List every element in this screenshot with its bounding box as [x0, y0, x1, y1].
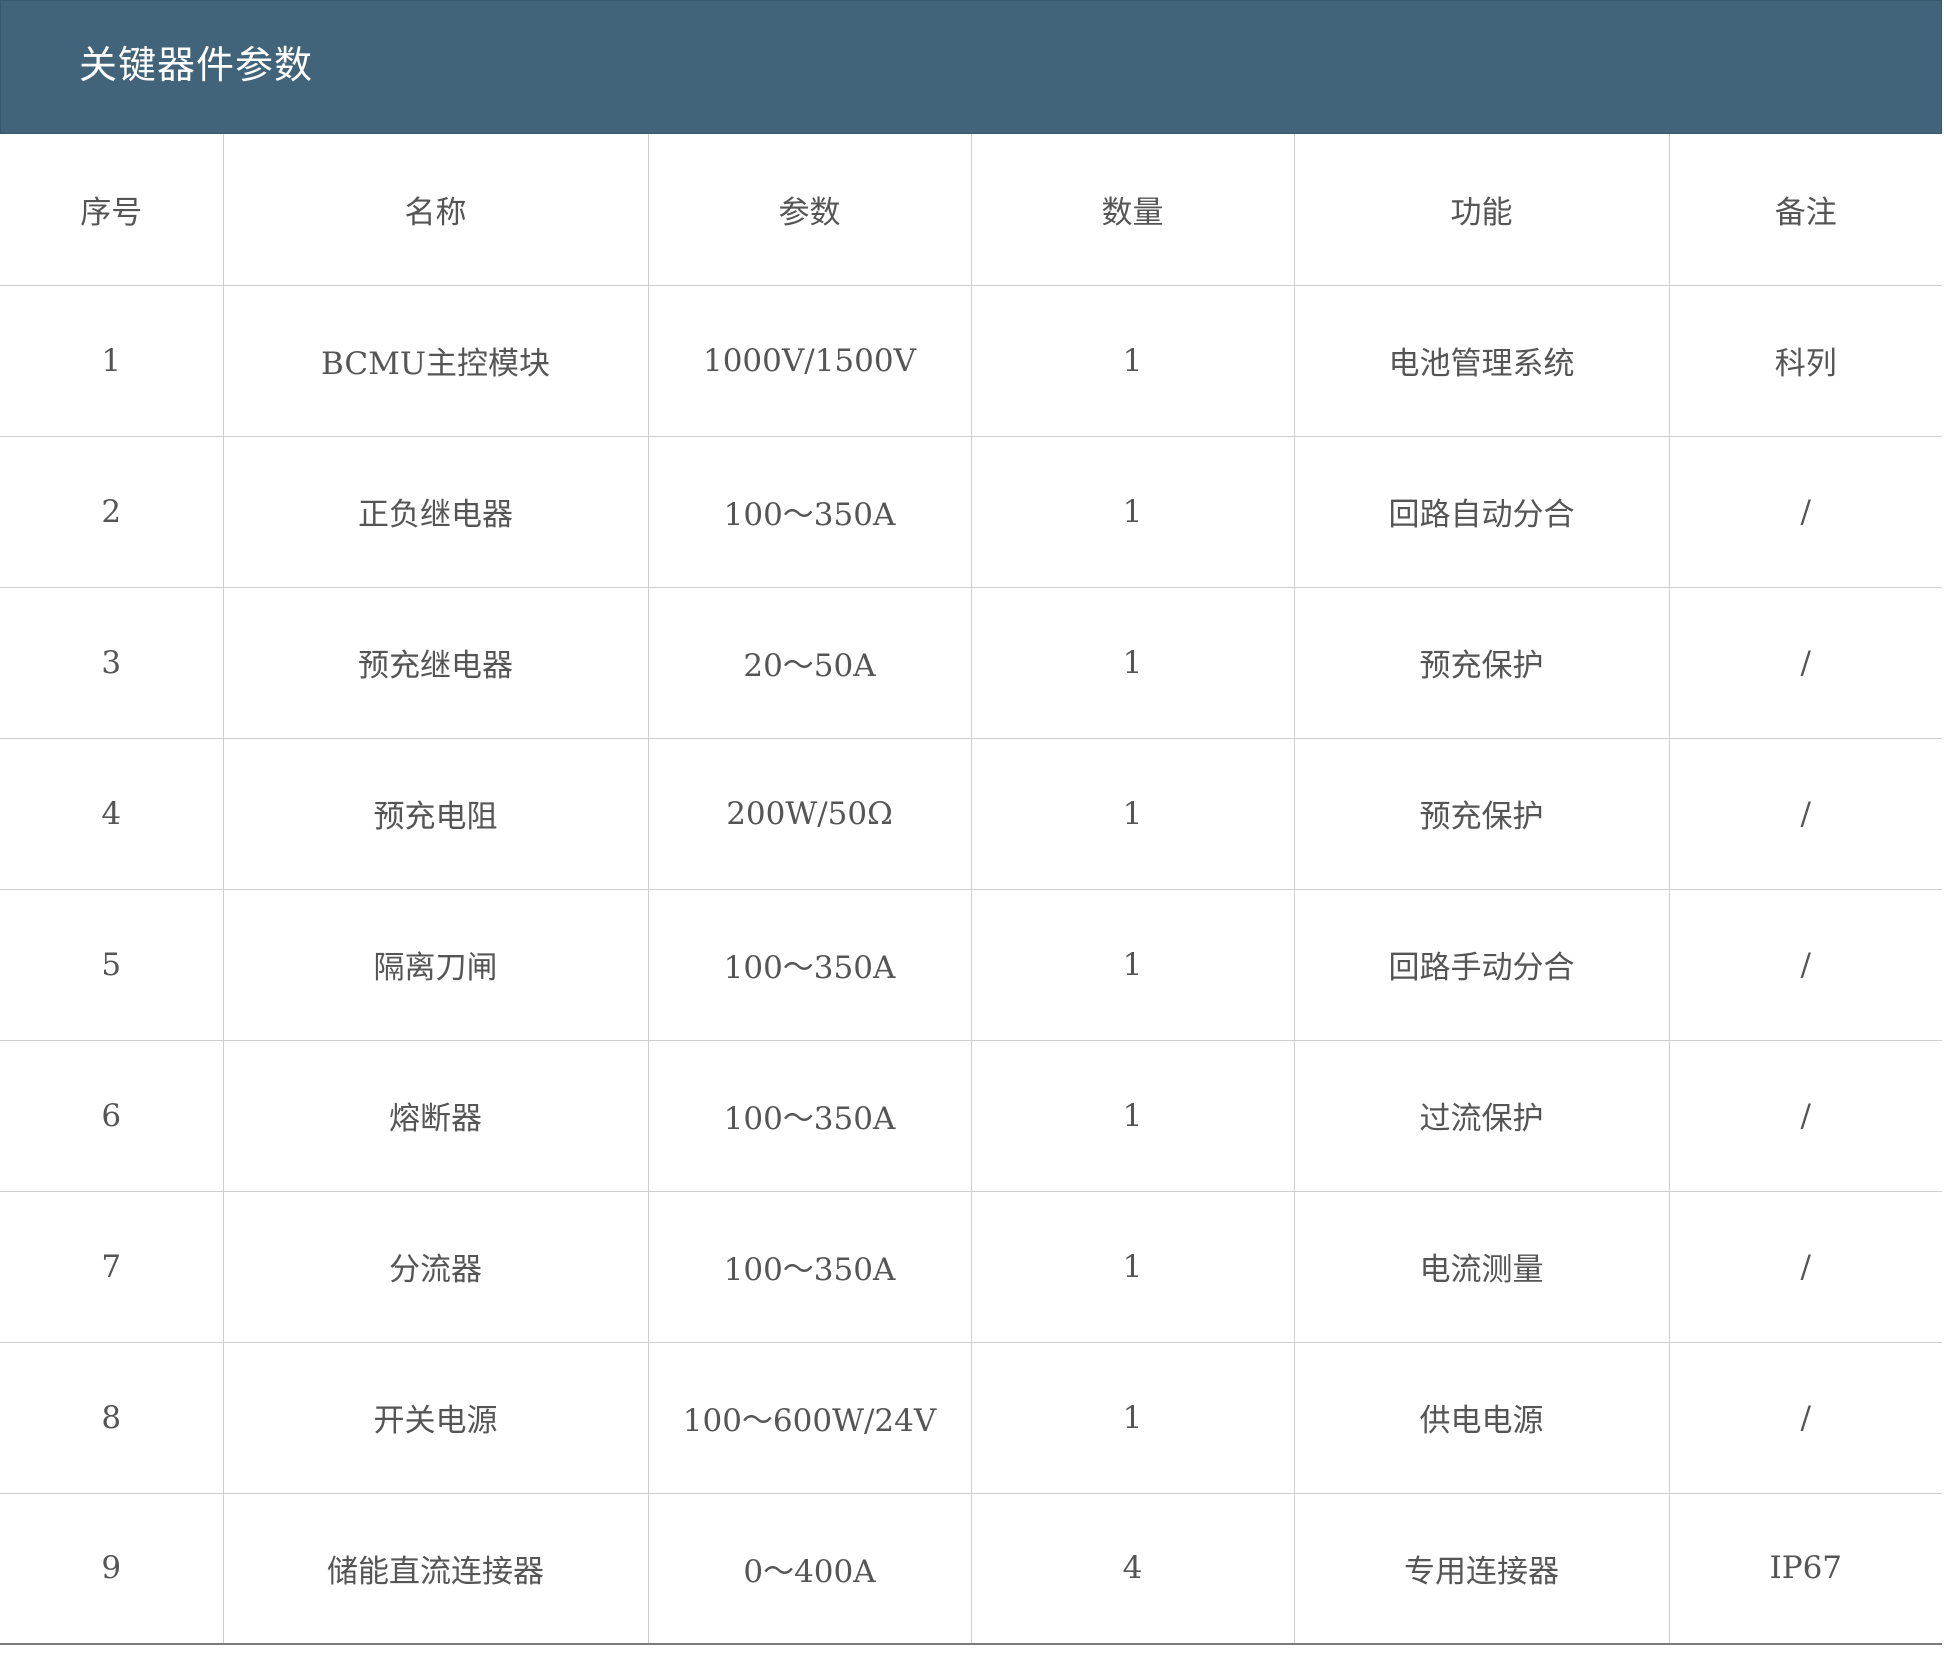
cell-index: 2 — [0, 435, 224, 588]
cell-name: 开关电源 — [222, 1341, 649, 1494]
cell-function: 回路自动分合 — [1293, 435, 1670, 588]
cell-remark: / — [1668, 435, 1942, 588]
cell-remark: / — [1668, 737, 1942, 890]
section-title: 关键器件参数 — [79, 43, 314, 87]
cell-parameter: 20～50A — [647, 586, 972, 739]
cell-index: 9 — [0, 1492, 224, 1645]
cell-index: 8 — [0, 1341, 224, 1494]
cell-parameter: 100～350A — [647, 435, 972, 588]
cell-function: 预充保护 — [1293, 586, 1670, 739]
cell-remark: / — [1668, 1190, 1942, 1343]
cell-name: 储能直流连接器 — [222, 1492, 649, 1645]
table-row: 5 隔离刀闸 100～350A 1 回路手动分合 / — [0, 888, 1942, 1041]
cell-name: BCMU主控模块 — [222, 284, 649, 437]
cell-remark: / — [1668, 888, 1942, 1041]
table-row: 4 预充电阻 200W/50Ω 1 预充保护 / — [0, 737, 1942, 890]
cell-index: 4 — [0, 737, 224, 890]
cell-name: 预充电阻 — [222, 737, 649, 890]
cell-parameter: 100～350A — [647, 1190, 972, 1343]
cell-parameter: 100～600W/24V — [647, 1341, 972, 1494]
key-components-table: 序号 名称 参数 数量 功能 备注 1 BCMU主控模块 1000V/1500V… — [0, 134, 1942, 1645]
cell-function: 预充保护 — [1293, 737, 1670, 890]
header-remark: 备注 — [1668, 134, 1942, 286]
cell-function: 回路手动分合 — [1293, 888, 1670, 1041]
cell-remark: 科列 — [1668, 284, 1942, 437]
header-quantity: 数量 — [970, 134, 1295, 286]
cell-parameter: 100～350A — [647, 1039, 972, 1192]
cell-quantity: 1 — [970, 284, 1295, 437]
header-name: 名称 — [222, 134, 649, 286]
cell-quantity: 1 — [970, 1341, 1295, 1494]
cell-index: 6 — [0, 1039, 224, 1192]
cell-remark: / — [1668, 1039, 1942, 1192]
cell-name: 正负继电器 — [222, 435, 649, 588]
cell-remark: IP67 — [1668, 1492, 1942, 1645]
table-row: 3 预充继电器 20～50A 1 预充保护 / — [0, 586, 1942, 739]
cell-function: 电池管理系统 — [1293, 284, 1670, 437]
cell-name: 隔离刀闸 — [222, 888, 649, 1041]
cell-name: 分流器 — [222, 1190, 649, 1343]
header-index: 序号 — [0, 134, 224, 286]
cell-name: 熔断器 — [222, 1039, 649, 1192]
table-row: 8 开关电源 100～600W/24V 1 供电电源 / — [0, 1341, 1942, 1494]
cell-quantity: 1 — [970, 888, 1295, 1041]
cell-quantity: 1 — [970, 586, 1295, 739]
header-function: 功能 — [1293, 134, 1670, 286]
cell-index: 3 — [0, 586, 224, 739]
cell-remark: / — [1668, 586, 1942, 739]
header-parameter: 参数 — [647, 134, 972, 286]
cell-parameter: 0～400A — [647, 1492, 972, 1645]
table-row: 6 熔断器 100～350A 1 过流保护 / — [0, 1039, 1942, 1192]
cell-index: 1 — [0, 284, 224, 437]
cell-function: 过流保护 — [1293, 1039, 1670, 1192]
table-row: 9 储能直流连接器 0～400A 4 专用连接器 IP67 — [0, 1492, 1942, 1645]
cell-quantity: 1 — [970, 1039, 1295, 1192]
cell-function: 供电电源 — [1293, 1341, 1670, 1494]
cell-index: 7 — [0, 1190, 224, 1343]
table-row: 2 正负继电器 100～350A 1 回路自动分合 / — [0, 435, 1942, 588]
cell-index: 5 — [0, 888, 224, 1041]
document-page: 关键器件参数 序号 名称 参数 数量 功能 备注 1 BCMU主控模块 1000… — [0, 0, 1944, 1653]
cell-quantity: 4 — [970, 1492, 1295, 1645]
section-header: 关键器件参数 — [0, 0, 1942, 134]
cell-quantity: 1 — [970, 737, 1295, 890]
cell-name: 预充继电器 — [222, 586, 649, 739]
table-row: 1 BCMU主控模块 1000V/1500V 1 电池管理系统 科列 — [0, 284, 1942, 437]
cell-quantity: 1 — [970, 1190, 1295, 1343]
cell-function: 专用连接器 — [1293, 1492, 1670, 1645]
cell-parameter: 100～350A — [647, 888, 972, 1041]
table-row: 7 分流器 100～350A 1 电流测量 / — [0, 1190, 1942, 1343]
cell-quantity: 1 — [970, 435, 1295, 588]
cell-parameter: 200W/50Ω — [647, 737, 972, 890]
cell-function: 电流测量 — [1293, 1190, 1670, 1343]
table-header-row: 序号 名称 参数 数量 功能 备注 — [0, 134, 1942, 286]
cell-parameter: 1000V/1500V — [647, 284, 972, 437]
cell-remark: / — [1668, 1341, 1942, 1494]
